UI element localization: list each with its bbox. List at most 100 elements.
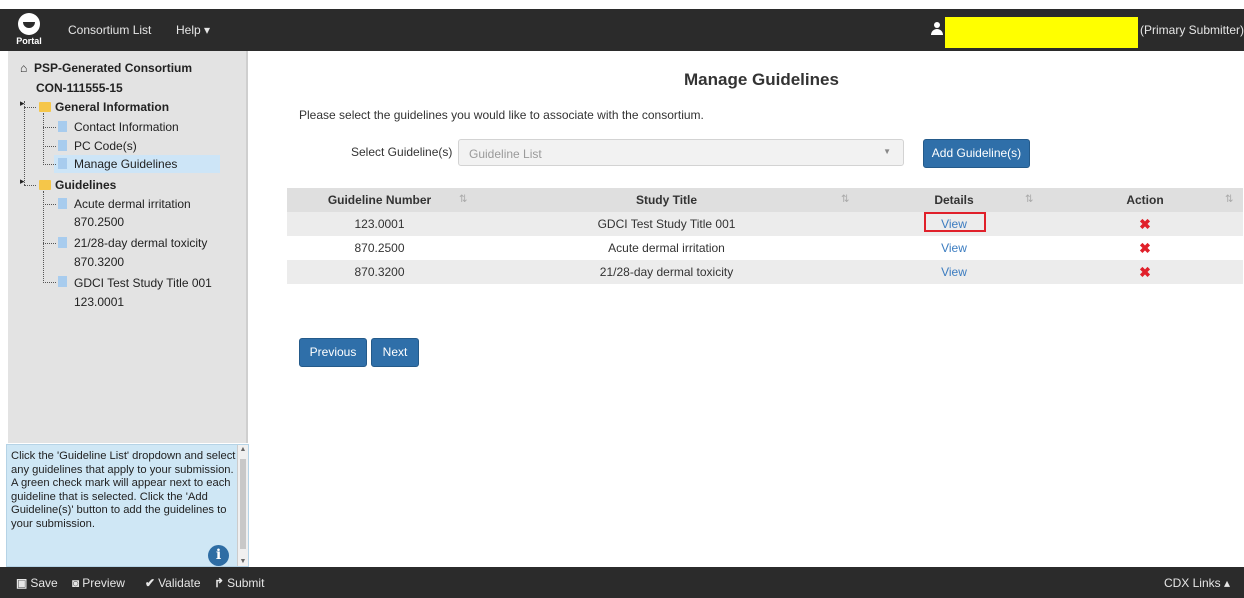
study-title-cell: Acute dermal irritation [608,241,725,255]
user-icon [931,22,943,36]
tree-item-pc-codes[interactable]: PC Code(s) [74,139,137,153]
document-icon [58,158,67,169]
table-row: 123.0001 GDCI Test Study Title 001 View … [287,212,1243,236]
document-icon [58,276,67,287]
help-panel: Click the 'Guideline List' dropdown and … [6,444,249,567]
scroll-up-icon[interactable]: ▲ [238,446,248,453]
preview-button[interactable]: ◙ Preview [72,576,125,590]
next-button[interactable]: Next [371,338,419,367]
table-header-row: Guideline Number ⇅ Study Title ⇅ Details… [287,188,1243,212]
document-icon [58,140,67,151]
cdx-links-dropdown[interactable]: CDX Links ▴ [1164,576,1230,590]
save-button[interactable]: ▣ Save [16,576,58,590]
table-row: 870.2500 Acute dermal irritation View ✖ [287,236,1243,260]
camera-icon: ◙ [72,576,80,590]
home-icon: ⌂ [20,61,28,75]
tree-connector [24,107,36,108]
check-icon: ✔ [145,576,156,590]
tree-connector [24,101,25,185]
nav-consortium-list[interactable]: Consortium List [68,23,151,37]
tree-item-guideline-number: 870.2500 [74,215,125,229]
portal-logo[interactable]: Portal [10,12,48,48]
scroll-thumb[interactable] [240,459,246,549]
page-title: Manage Guidelines [684,70,839,89]
nav-help-dropdown[interactable]: Help ▾ [176,23,210,37]
intro-text: Please select the guidelines you would l… [299,108,704,122]
tree-connector [43,164,56,165]
tree-item-manage-guidelines[interactable]: Manage Guidelines [74,157,177,171]
sort-icon[interactable]: ⇅ [841,188,849,212]
guideline-list-select[interactable]: Guideline List ▼ [458,139,904,166]
submit-label: Submit [227,576,265,590]
user-role: (Primary Submitter) [1140,23,1244,37]
submit-button[interactable]: ↱ Submit [214,576,264,590]
portal-logo-text: Portal [16,36,42,46]
delete-icon[interactable]: ✖ [1047,260,1243,284]
tree-root-id: CON-111555-15 [36,81,123,95]
tree-connector [43,243,56,244]
select-guideline-label: Select Guideline(s) [351,145,453,159]
document-icon [58,237,67,248]
previous-button[interactable]: Previous [299,338,367,367]
tree-root-label: PSP-Generated Consortium [34,61,193,75]
sort-icon[interactable]: ⇅ [1025,188,1033,212]
tree-connector [43,113,44,165]
validate-button[interactable]: ✔ Validate [145,576,201,590]
collapse-icon[interactable]: ▸ [20,176,25,187]
study-title-cell: GDCI Test Study Title 001 [597,217,736,231]
column-header-action[interactable]: Action [1047,188,1243,212]
page: Portal Consortium List Help ▾ (Primary S… [0,0,1244,598]
view-link-highlight-box [924,212,986,232]
tree-connector [43,204,56,205]
tree-connector [43,282,56,283]
tree-root[interactable]: ⌂ PSP-Generated Consortium [20,61,192,75]
portal-logo-icon [18,13,40,35]
document-icon [58,198,67,209]
tree-connector [24,185,36,186]
chevron-down-icon: ▼ [883,147,891,156]
column-header-guideline-number[interactable]: Guideline Number [287,188,472,212]
document-icon [58,121,67,132]
tree-item-contact-information[interactable]: Contact Information [74,120,179,134]
column-header-study-title[interactable]: Study Title [472,188,861,212]
tree-item-general-information[interactable]: General Information [55,100,169,114]
guideline-number-cell: 870.3200 [354,265,405,279]
collapse-icon[interactable]: ▸ [20,98,25,109]
tree-item-guideline-number: 123.0001 [74,295,125,309]
add-guideline-button[interactable]: Add Guideline(s) [923,139,1030,168]
tree-connector [43,127,56,128]
help-scrollbar[interactable]: ▲ ▼ [237,445,248,566]
delete-icon[interactable]: ✖ [1047,212,1243,236]
save-label: Save [30,576,58,590]
tree-connector [43,146,56,147]
sort-icon[interactable]: ⇅ [1225,188,1233,212]
save-icon: ▣ [16,576,28,590]
folder-icon [39,102,51,112]
column-header-details[interactable]: Details [861,188,1047,212]
help-text: Click the 'Guideline List' dropdown and … [11,450,236,530]
user-name-redacted[interactable] [945,17,1138,48]
tree-item-guideline-title[interactable]: Acute dermal irritation [74,197,191,211]
sort-asc-icon[interactable]: ⇅ [459,188,467,212]
tree-item-guidelines[interactable]: Guidelines [55,178,116,192]
table-row: 870.3200 21/28-day dermal toxicity View … [287,260,1243,284]
tree-item-guideline-number: 870.3200 [74,255,125,269]
view-details-link[interactable]: View [861,236,1047,260]
share-icon: ↱ [214,576,225,590]
view-details-link[interactable]: View [861,260,1047,284]
guideline-list-placeholder: Guideline List [469,147,542,161]
top-navbar: Portal Consortium List Help ▾ (Primary S… [0,9,1244,51]
tree-item-guideline-title[interactable]: GDCI Test Study Title 001 [74,276,212,290]
delete-icon[interactable]: ✖ [1047,236,1243,260]
validate-label: Validate [158,576,201,590]
study-title-cell: 21/28-day dermal toxicity [599,265,734,279]
tree-item-guideline-title[interactable]: 21/28-day dermal toxicity [74,236,207,250]
info-icon[interactable]: i [208,545,229,566]
bottom-toolbar: ▣ Save ◙ Preview ✔ Validate ↱ Submit CDX Lin… [0,567,1244,598]
navigation-tree: ⌂ PSP-Generated Consortium CON-111555-15 … [8,51,248,443]
preview-label: Preview [82,576,125,590]
guideline-number-cell: 123.0001 [354,217,405,231]
scroll-down-icon[interactable]: ▼ [238,558,248,565]
folder-icon [39,180,51,190]
guideline-number-cell: 870.2500 [354,241,405,255]
